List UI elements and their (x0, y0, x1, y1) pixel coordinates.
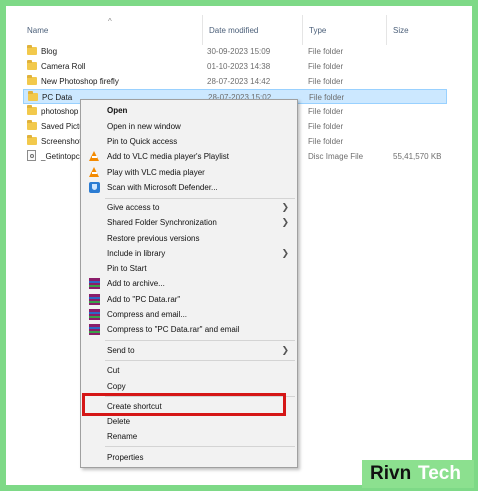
folder-icon (27, 135, 37, 145)
watermark-text-rivn: Rivn (370, 463, 412, 484)
menu-item-delete[interactable]: Delete (81, 414, 297, 429)
menu-item-label: Scan with Microsoft Defender... (107, 183, 218, 192)
menu-item-cut[interactable]: Cut (81, 363, 297, 378)
file-date: 01-10-2023 14:38 (207, 62, 271, 71)
menu-item-vlc-play[interactable]: Play with VLC media player (81, 165, 297, 180)
menu-item-copy[interactable]: Copy (81, 379, 297, 394)
vlc-icon (89, 167, 100, 178)
watermark-text-tech: Tech (418, 463, 461, 484)
menu-item-pin-quick-access[interactable]: Pin to Quick access (81, 134, 297, 149)
menu-item-add-archive[interactable]: Add to archive... (81, 276, 297, 291)
winrar-icon (89, 294, 100, 305)
chevron-right-icon: ❯ (281, 345, 289, 355)
menu-item-label: Add to archive... (107, 279, 165, 288)
column-type[interactable]: Type (302, 15, 388, 45)
menu-item-label: Open (107, 106, 128, 115)
menu-item-label: Restore previous versions (107, 234, 200, 243)
file-type: File folder (308, 122, 344, 131)
file-type: File folder (308, 137, 344, 146)
folder-icon (27, 75, 37, 85)
menu-item-shared-folder-sync[interactable]: Shared Folder Synchronization ❯ (81, 215, 297, 230)
file-name: Screenshots (41, 137, 86, 146)
menu-item-label: Pin to Start (107, 264, 147, 273)
menu-item-label: Give access to (107, 203, 160, 212)
file-type: File folder (308, 47, 344, 56)
menu-item-label: Compress to "PC Data.rar" and email (107, 325, 240, 334)
file-row[interactable]: Blog 30-09-2023 15:09 File folder (23, 44, 447, 59)
column-size[interactable]: Size (386, 15, 453, 45)
chevron-right-icon: ❯ (281, 202, 289, 212)
file-type: File folder (308, 107, 344, 116)
menu-item-label: Compress and email... (107, 310, 188, 319)
menu-item-open-new-window[interactable]: Open in new window (81, 119, 297, 134)
menu-item-label: Delete (107, 417, 131, 426)
folder-icon (27, 120, 37, 130)
menu-item-label: Open in new window (107, 122, 181, 131)
file-name: PC Data (42, 93, 73, 102)
menu-item-label: Rename (107, 432, 138, 441)
watermark-logo: Rivn Tech (362, 460, 474, 488)
highlight-box (82, 393, 286, 416)
file-name: Blog (41, 47, 58, 56)
file-date: 28-07-2023 14:42 (207, 77, 271, 86)
menu-item-label: Copy (107, 382, 126, 391)
file-type: File folder (308, 62, 344, 71)
winrar-icon (89, 309, 100, 320)
folder-icon (27, 105, 37, 115)
file-name: Saved Pictu (41, 122, 84, 131)
file-row[interactable]: New Photoshop firefly 28-07-2023 14:42 F… (23, 74, 447, 89)
menu-item-rename[interactable]: Rename (81, 429, 297, 444)
menu-separator (105, 340, 295, 341)
menu-item-label: Include in library (107, 249, 166, 258)
file-name: _Getintopc. (41, 152, 82, 161)
menu-item-label: Play with VLC media player (107, 168, 205, 177)
defender-icon (89, 182, 100, 193)
file-name: New Photoshop firefly (41, 77, 119, 86)
chevron-right-icon: ❯ (281, 217, 289, 227)
menu-item-include-library[interactable]: Include in library ❯ (81, 246, 297, 261)
menu-item-send-to[interactable]: Send to ❯ (81, 343, 297, 358)
winrar-icon (89, 278, 100, 289)
vlc-icon (89, 151, 100, 162)
menu-item-pin-start[interactable]: Pin to Start (81, 261, 297, 276)
column-date-modified[interactable]: Date modified (202, 15, 304, 45)
menu-item-compress-rar-email[interactable]: Compress to "PC Data.rar" and email (81, 322, 297, 337)
menu-item-label: Add to VLC media player's Playlist (107, 152, 230, 161)
file-size: 55,41,570 KB (393, 152, 442, 161)
menu-item-label: Shared Folder Synchronization (107, 218, 217, 227)
menu-item-defender-scan[interactable]: Scan with Microsoft Defender... (81, 180, 297, 195)
menu-item-label: Properties (107, 453, 144, 462)
menu-item-label: Add to "PC Data.rar" (107, 295, 181, 304)
column-header: ^ Name Date modified Type Size (15, 15, 464, 45)
menu-item-give-access[interactable]: Give access to ❯ (81, 200, 297, 215)
menu-item-restore-versions[interactable]: Restore previous versions (81, 231, 297, 246)
file-date: 30-09-2023 15:09 (207, 47, 271, 56)
file-type: Disc Image File (308, 152, 364, 161)
menu-item-vlc-playlist[interactable]: Add to VLC media player's Playlist (81, 149, 297, 164)
menu-item-label: Send to (107, 346, 135, 355)
menu-item-compress-email[interactable]: Compress and email... (81, 307, 297, 322)
menu-separator (105, 446, 295, 447)
menu-separator (105, 360, 295, 361)
menu-item-properties[interactable]: Properties (81, 450, 297, 465)
menu-item-label: Cut (107, 366, 120, 375)
column-name[interactable]: Name (27, 15, 202, 45)
winrar-icon (89, 324, 100, 335)
menu-item-add-rar[interactable]: Add to "PC Data.rar" (81, 292, 297, 307)
folder-icon (28, 91, 38, 101)
disc-image-icon (27, 150, 36, 161)
file-name: Camera Roll (41, 62, 86, 71)
file-type: File folder (309, 93, 345, 102)
file-type: File folder (308, 77, 344, 86)
folder-icon (27, 45, 37, 55)
menu-separator (105, 198, 295, 199)
file-row[interactable]: Camera Roll 01-10-2023 14:38 File folder (23, 59, 447, 74)
menu-item-label: Pin to Quick access (107, 137, 178, 146)
folder-icon (27, 60, 37, 70)
menu-item-open[interactable]: Open (81, 103, 297, 118)
file-name: photoshop (41, 107, 79, 116)
chevron-right-icon: ❯ (281, 248, 289, 258)
